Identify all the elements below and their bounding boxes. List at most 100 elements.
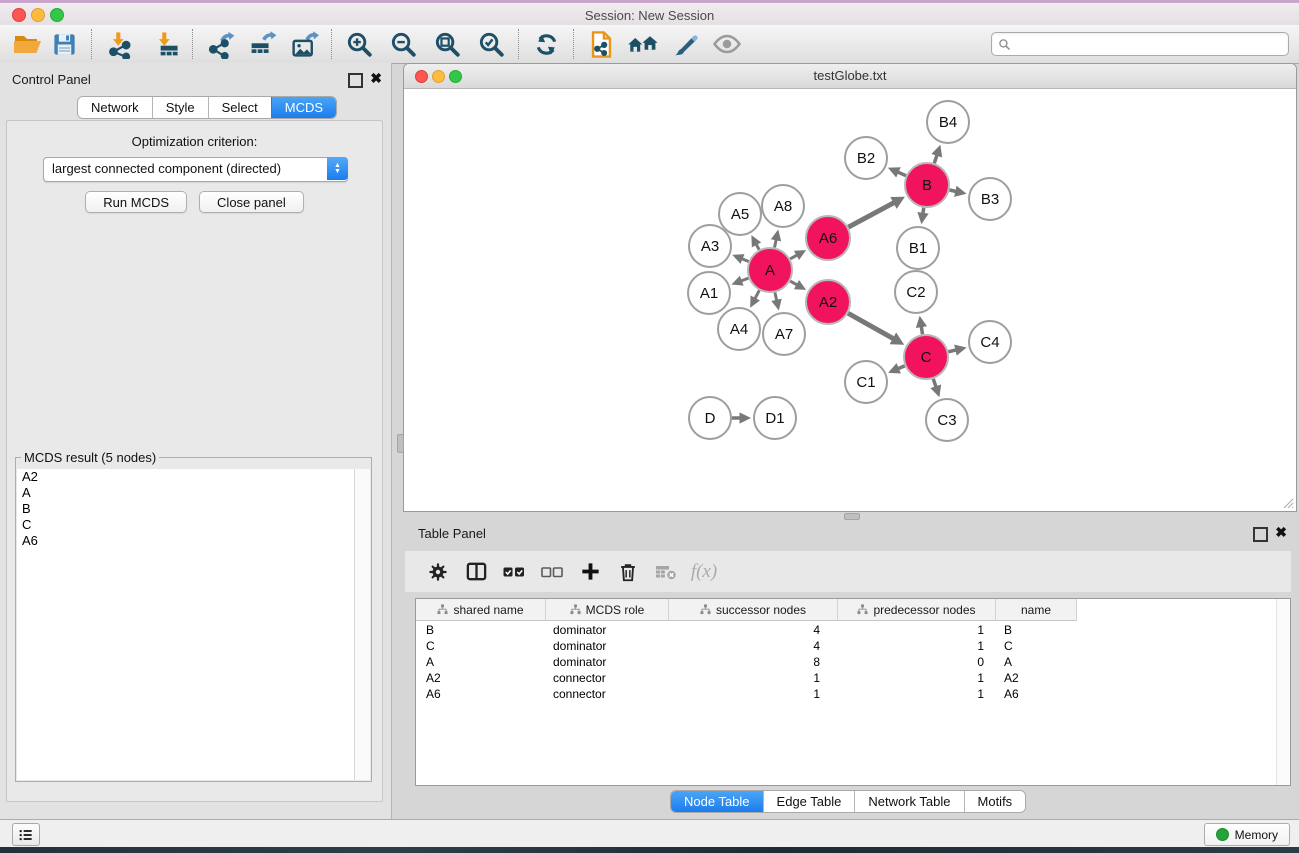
table-cell[interactable]: dominator bbox=[546, 638, 669, 654]
result-item[interactable]: C bbox=[17, 517, 355, 533]
horizontal-splitter-handle[interactable] bbox=[844, 513, 860, 520]
zoom-selected-button[interactable] bbox=[473, 27, 509, 61]
table-settings-button[interactable] bbox=[419, 554, 457, 590]
export-table-button[interactable] bbox=[244, 27, 280, 61]
close-panel-icon[interactable]: ✖ bbox=[370, 70, 382, 86]
table-cell[interactable]: 1 bbox=[838, 622, 996, 638]
hide-selected-button[interactable] bbox=[709, 27, 745, 61]
float-panel-icon[interactable] bbox=[348, 73, 363, 88]
tab-network[interactable]: Network bbox=[78, 97, 152, 118]
column-header-successor-nodes[interactable]: successor nodes bbox=[669, 599, 838, 621]
table-cell[interactable]: A2 bbox=[996, 670, 1077, 686]
edge-A6-B[interactable] bbox=[848, 202, 895, 227]
zoom-in-button[interactable] bbox=[341, 27, 377, 61]
column-header-label: predecessor nodes bbox=[873, 603, 975, 617]
table-cell[interactable]: 4 bbox=[669, 638, 838, 654]
import-table-button[interactable] bbox=[147, 27, 183, 61]
table-cell[interactable]: 0 bbox=[838, 654, 996, 670]
table-cell[interactable]: 1 bbox=[669, 686, 838, 702]
table-cell[interactable]: A bbox=[416, 654, 546, 670]
save-session-button[interactable] bbox=[46, 27, 82, 61]
show-columns-button[interactable] bbox=[457, 554, 495, 590]
export-image-button[interactable] bbox=[286, 27, 322, 61]
result-scrollbar[interactable] bbox=[354, 469, 370, 780]
table-cell[interactable]: 1 bbox=[838, 670, 996, 686]
table-cell[interactable]: C bbox=[416, 638, 546, 654]
run-mcds-button[interactable]: Run MCDS bbox=[85, 191, 187, 213]
search-field[interactable] bbox=[991, 32, 1289, 56]
table-cell[interactable]: dominator bbox=[546, 654, 669, 670]
mcds-result-list[interactable]: A2ABCA6 bbox=[17, 469, 355, 780]
result-item[interactable]: B bbox=[17, 501, 355, 517]
zoom-out-button[interactable] bbox=[385, 27, 421, 61]
table-scrollbar[interactable] bbox=[1276, 599, 1290, 785]
result-item[interactable]: A6 bbox=[17, 533, 355, 549]
float-table-panel-icon[interactable] bbox=[1253, 527, 1268, 542]
result-item[interactable]: A bbox=[17, 485, 355, 501]
close-table-panel-icon[interactable]: ✖ bbox=[1275, 524, 1287, 540]
function-builder-button[interactable]: f(x) bbox=[685, 554, 723, 590]
trash-icon bbox=[617, 561, 639, 583]
delete-table-button[interactable] bbox=[647, 554, 685, 590]
table-cell[interactable]: 1 bbox=[669, 670, 838, 686]
result-item[interactable]: A2 bbox=[17, 469, 355, 485]
tab-mcds[interactable]: MCDS bbox=[271, 97, 336, 118]
close-panel-button[interactable]: Close panel bbox=[199, 191, 304, 213]
table-row[interactable]: A2connector11A2 bbox=[416, 670, 1290, 686]
select-all-columns-button[interactable] bbox=[495, 554, 533, 590]
titlebar: Session: New Session bbox=[0, 0, 1299, 26]
column-header-predecessor-nodes[interactable]: predecessor nodes bbox=[838, 599, 996, 621]
table-cell[interactable]: 4 bbox=[669, 622, 838, 638]
table-row[interactable]: A6connector11A6 bbox=[416, 686, 1290, 702]
search-input[interactable] bbox=[1015, 34, 1288, 54]
table-row[interactable]: Adominator80A bbox=[416, 654, 1290, 670]
table-cell[interactable]: 8 bbox=[669, 654, 838, 670]
table-cell[interactable]: A6 bbox=[416, 686, 546, 702]
table-row[interactable]: Cdominator41C bbox=[416, 638, 1290, 654]
table-cell[interactable]: 1 bbox=[838, 638, 996, 654]
network-graph[interactable]: B4B2BB3A5A8A6B1A3AA1C2A2A4A7C4CC1C3DD1 bbox=[404, 89, 1296, 511]
deselect-all-columns-button[interactable] bbox=[533, 554, 571, 590]
table-cell[interactable]: C bbox=[996, 638, 1077, 654]
create-column-button[interactable] bbox=[571, 554, 609, 590]
column-header-name[interactable]: name bbox=[996, 599, 1077, 621]
graph-node-label: C3 bbox=[937, 412, 956, 429]
edge-A2-C[interactable] bbox=[848, 313, 895, 339]
optimization-criterion-select[interactable]: largest connected component (directed) ▲… bbox=[43, 157, 348, 182]
vertical-splitter-handle[interactable] bbox=[397, 434, 404, 453]
table-cell[interactable]: dominator bbox=[546, 622, 669, 638]
table-cell[interactable]: A2 bbox=[416, 670, 546, 686]
network-file-button[interactable] bbox=[583, 27, 619, 61]
column-header-MCDS-role[interactable]: MCDS role bbox=[546, 599, 669, 621]
tab-motifs[interactable]: Motifs bbox=[964, 791, 1026, 812]
task-history-button[interactable] bbox=[12, 823, 40, 846]
column-header-shared-name[interactable]: shared name bbox=[416, 599, 546, 621]
delete-column-button[interactable] bbox=[609, 554, 647, 590]
tab-style[interactable]: Style bbox=[152, 97, 208, 118]
table-cell[interactable]: A6 bbox=[996, 686, 1077, 702]
refresh-button[interactable] bbox=[528, 27, 564, 61]
open-session-button[interactable] bbox=[10, 27, 46, 61]
export-image-icon bbox=[290, 30, 319, 59]
table-cell[interactable]: A bbox=[996, 654, 1077, 670]
table-row[interactable]: Bdominator41B bbox=[416, 622, 1290, 638]
table-cell[interactable]: connector bbox=[546, 686, 669, 702]
memory-button[interactable]: Memory bbox=[1204, 823, 1290, 846]
tab-node-table[interactable]: Node Table bbox=[671, 791, 763, 812]
table-cell[interactable]: B bbox=[996, 622, 1077, 638]
tab-network-table[interactable]: Network Table bbox=[854, 791, 963, 812]
resize-grip-icon[interactable] bbox=[1282, 497, 1294, 509]
export-network-button[interactable] bbox=[202, 27, 238, 61]
tab-select[interactable]: Select bbox=[208, 97, 271, 118]
import-network-button[interactable] bbox=[101, 27, 137, 61]
show-all-networks-button[interactable] bbox=[625, 27, 661, 61]
zoom-fit-button[interactable] bbox=[429, 27, 465, 61]
table-cell[interactable]: 1 bbox=[838, 686, 996, 702]
session-title: Session: New Session bbox=[0, 8, 1299, 23]
network-file-icon bbox=[587, 30, 616, 59]
graph-node-label: C4 bbox=[980, 334, 999, 351]
table-cell[interactable]: B bbox=[416, 622, 546, 638]
tab-edge-table[interactable]: Edge Table bbox=[763, 791, 855, 812]
table-cell[interactable]: connector bbox=[546, 670, 669, 686]
apply-style-button[interactable] bbox=[667, 27, 703, 61]
